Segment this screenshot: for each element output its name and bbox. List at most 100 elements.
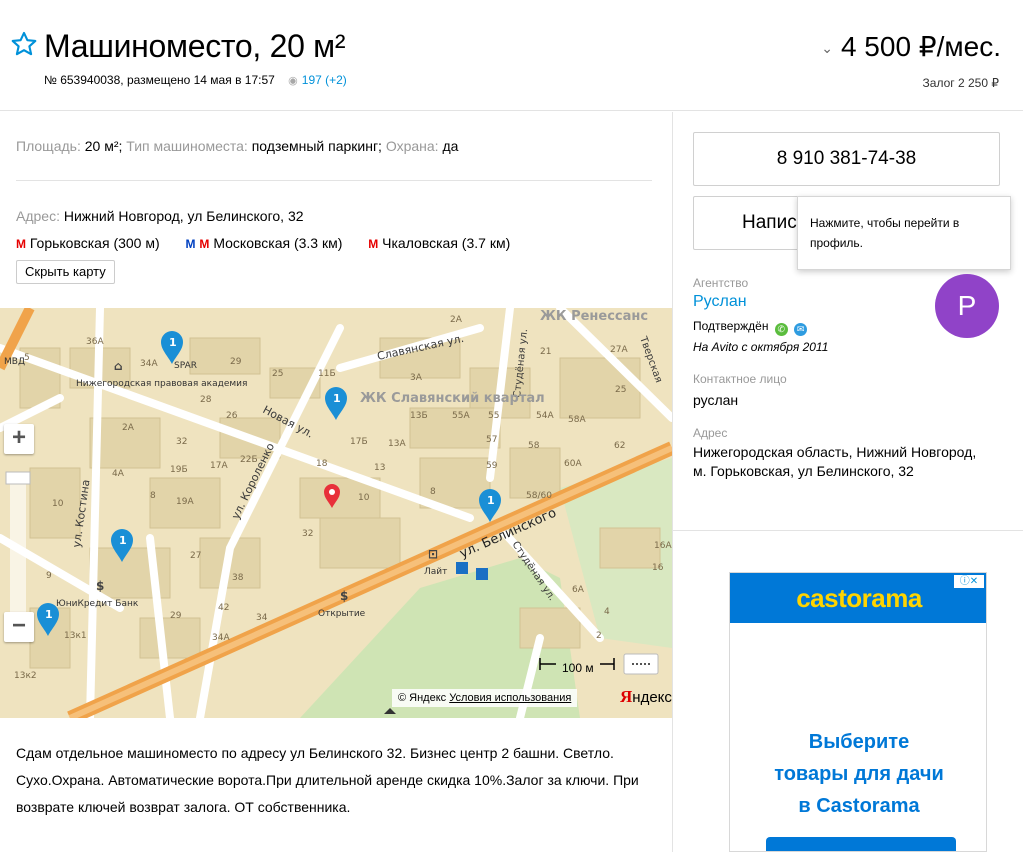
price-value: 4 500 ₽/мес. [840,31,1001,62]
verified-status: Подтверждён ✆ ✉ [693,319,808,336]
svg-text:17А: 17А [210,461,228,471]
shop-icon: ⊡ [428,547,438,561]
svg-text:13к1: 13к1 [64,631,87,641]
views-counter[interactable]: ◉ 197 (+2) [288,73,347,87]
svg-text:58А: 58А [568,415,586,425]
svg-text:9: 9 [46,571,52,581]
map-label-mvd: МВД [4,357,25,367]
map-label-academy: Нижегородская правовая академия [76,379,247,389]
seller-name-link[interactable]: Руслан [693,293,747,311]
svg-text:25: 25 [272,369,283,379]
bank-icon: $ [340,589,348,603]
map-copyright-text: © Яндекс [398,692,447,704]
svg-text:34А: 34А [140,359,158,369]
zoom-out-button[interactable]: − [4,612,34,642]
ad-line: товары для дачи [774,763,944,785]
type-label: Тип машиноместа: [126,138,248,154]
phone-verified-icon: ✆ [774,323,788,336]
ad-number: № 653940038, размещено 14 мая в 17:57 [44,73,275,87]
chevron-down-icon[interactable]: ⌄ [821,40,833,56]
map-canvas[interactable]: 36А34А 2925 11Б 3А 2А21 27А25 2826 2А32 1… [0,308,672,718]
svg-text:38: 38 [232,573,244,583]
contact-name: руслан [693,392,739,408]
svg-text:13Б: 13Б [410,411,428,421]
seller-address-label: Адрес [693,426,728,440]
svg-text:29: 29 [230,357,242,367]
metro-icon: M [16,237,26,251]
svg-text:6А: 6А [572,585,585,595]
svg-text:19Б: 19Б [170,465,188,475]
svg-text:16А: 16А [654,541,672,551]
listing-meta: № 653940038, размещено 14 мая в 17:57 ◉ 1… [44,73,347,87]
svg-text:1: 1 [487,494,495,507]
svg-text:55: 55 [488,411,499,421]
metro-station-name: Чкаловская (3.7 км) [382,235,511,251]
email-verified-icon: ✉ [794,323,808,336]
svg-text:17Б: 17Б [350,437,368,447]
bus-stop-icon[interactable] [476,568,488,580]
svg-text:27: 27 [190,551,201,561]
address-line: Адрес: Нижний Новгород, ул Белинского, 3… [16,208,304,224]
area-value: 20 м²; [84,138,123,154]
svg-text:32: 32 [176,437,187,447]
map-terms-link[interactable]: Условия использования [449,692,571,704]
guard-value: да [442,138,459,154]
map-label-slavyansky: ЖК Славянский квартал [360,391,545,406]
svg-text:10: 10 [52,499,64,509]
svg-text:34А: 34А [212,633,230,643]
address-label: Адрес: [16,208,60,224]
svg-text:1: 1 [169,336,177,349]
ad-banner[interactable]: castorama ⓘ✕ Выберите товары для дачи в … [729,572,987,852]
ad-line: Выберите [808,731,910,753]
svg-text:13: 13 [374,463,385,473]
svg-text:58/60: 58/60 [526,491,552,501]
type-value: подземный паркинг; [251,138,382,154]
yandex-logo[interactable]: Яндекс [620,687,672,707]
svg-text:2: 2 [596,631,602,641]
yandex-map[interactable]: 36А 34А 29 25 11Б 3А 2А 21 27А 25 28 26 2А 32 1… [0,308,672,718]
svg-text:16: 16 [652,563,664,573]
listing-title: Машиноместо, 20 м² [44,28,346,64]
address-value: Нижний Новгород, ул Белинского, 32 [63,208,304,224]
ad-cta-button[interactable] [766,837,956,851]
zoom-in-button[interactable]: + [4,424,34,454]
svg-text:58: 58 [528,441,540,451]
metro-station-name: Московская (3.3 км) [213,235,343,251]
favorite-star-icon[interactable] [10,30,38,58]
hide-map-button[interactable]: Скрыть карту [16,260,115,284]
map-copyright: © Яндекс Условия использования [392,689,578,707]
avatar[interactable]: Р [935,274,999,338]
zoom-slider-handle[interactable] [5,471,31,485]
seller-address: Нижегородская область, Нижний Новгород, … [693,444,977,479]
bus-stop-icon[interactable] [456,562,468,574]
ad-close-icon[interactable]: ⓘ✕ [954,575,984,588]
guard-label: Охрана: [385,138,439,154]
svg-text:62: 62 [614,441,625,451]
svg-text:13А: 13А [388,439,406,449]
svg-text:34: 34 [256,613,268,623]
svg-text:59: 59 [486,461,498,471]
listing-params: Площадь: 20 м²; Тип машиноместа: подземн… [16,138,458,154]
listing-description: Сдам отдельное машиноместо по адресу ул … [16,745,639,815]
phone-button[interactable]: 8 910 381-74-38 [693,132,1000,186]
svg-text:1: 1 [45,608,53,621]
svg-text:10: 10 [358,493,370,503]
svg-text:18: 18 [316,459,328,469]
metro-stations: M Горьковская (300 м) M M Московская (3.… [16,235,532,251]
price-block: ⌄ 4 500 ₽/мес. [821,30,1001,63]
svg-text:2А: 2А [122,423,135,433]
svg-text:13к2: 13к2 [14,671,37,681]
divider [673,530,1023,531]
metro-station: M Чкаловская (3.7 км) [368,235,510,251]
svg-text:1: 1 [119,534,127,547]
svg-text:21: 21 [540,347,551,357]
svg-text:8: 8 [430,487,436,497]
map-label-unicredit: ЮниКредит Банк [56,599,139,609]
svg-text:1: 1 [333,392,341,405]
svg-text:42: 42 [218,603,229,613]
svg-text:4: 4 [604,607,610,617]
metro-icon: M [199,237,210,251]
svg-text:28: 28 [200,395,212,405]
svg-text:25: 25 [615,385,626,395]
metro-station-name: Горьковская (300 м) [29,235,160,251]
